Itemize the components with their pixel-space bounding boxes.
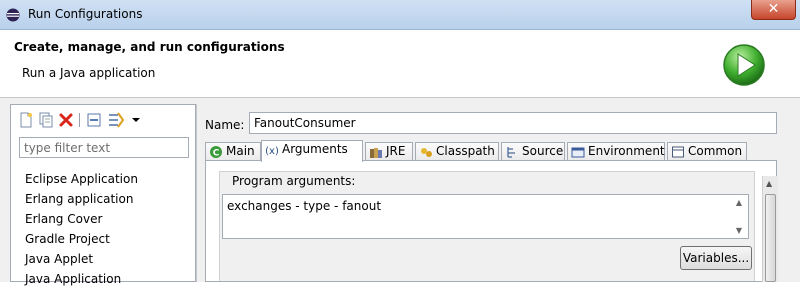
window-title: Run Configurations	[28, 7, 143, 21]
configuration-tree-panel: Eclipse Application Erlang application E…	[10, 104, 196, 286]
svg-text:(x): (x)	[265, 146, 279, 157]
title-bar: Run Configurations ✕	[0, 0, 800, 30]
scrollbar-thumb[interactable]	[765, 194, 776, 282]
tab-label: Source	[522, 144, 564, 158]
tab-arguments[interactable]: (x) Arguments	[261, 140, 363, 162]
scroll-up-icon[interactable]: ▲	[733, 198, 745, 208]
close-button[interactable]: ✕	[751, 0, 796, 20]
tab-label: Classpath	[436, 144, 495, 158]
filter-input[interactable]	[19, 137, 189, 158]
run-icon	[723, 44, 765, 86]
list-item[interactable]: Erlang Cover	[25, 209, 138, 229]
tab-label: Arguments	[282, 142, 348, 156]
program-arguments-input[interactable]: exchanges - type - fanout	[222, 194, 749, 239]
main-class-icon: C	[210, 146, 222, 159]
configuration-editor: Name: C Main (x) Arguments	[196, 104, 796, 282]
config-tabs: C Main (x) Arguments JRE Classpath Sourc…	[205, 140, 777, 162]
view-menu-icon[interactable]	[127, 111, 145, 129]
source-icon	[507, 147, 515, 158]
tab-label: Common	[688, 144, 743, 158]
tab-source[interactable]: Source	[501, 142, 565, 161]
list-item[interactable]: Gradle Project	[25, 229, 138, 249]
delete-icon[interactable]	[57, 111, 75, 129]
list-item[interactable]: Java Application	[25, 269, 138, 289]
tab-common[interactable]: Common	[667, 142, 747, 161]
header-subtitle: Run a Java application	[22, 66, 156, 80]
environment-icon	[571, 147, 585, 158]
duplicate-icon[interactable]	[37, 111, 55, 129]
collapse-all-icon[interactable]	[85, 111, 103, 129]
program-arguments-group: Program arguments: exchanges - type - fa…	[219, 171, 755, 281]
tab-label: Environment	[588, 144, 665, 158]
tab-label: JRE	[386, 144, 406, 158]
tab-label: Main	[226, 144, 255, 158]
common-icon	[672, 146, 684, 158]
tab-main[interactable]: C Main	[205, 142, 261, 161]
filter-icon[interactable]	[107, 111, 125, 129]
toolbar-separator	[79, 113, 80, 127]
tab-environment[interactable]: Environment	[567, 142, 665, 161]
new-configuration-icon[interactable]	[17, 111, 35, 129]
tab-classpath[interactable]: Classpath	[415, 142, 499, 161]
configuration-toolbar	[17, 111, 187, 131]
arguments-tab-content: Program arguments: exchanges - type - fa…	[205, 160, 777, 282]
list-item[interactable]: Java Applet	[25, 249, 138, 269]
jre-library-icon	[370, 148, 382, 158]
tab-jre[interactable]: JRE	[365, 142, 413, 161]
header-title: Create, manage, and run configurations	[14, 40, 285, 54]
variables-button[interactable]: Variables...	[680, 246, 752, 270]
scroll-up-icon[interactable]: ▲	[766, 179, 772, 188]
eclipse-icon	[6, 8, 20, 22]
scroll-down-icon[interactable]: ▼	[733, 226, 745, 236]
arguments-icon: (x)	[265, 146, 279, 157]
name-input[interactable]	[249, 112, 777, 134]
list-item[interactable]: Eclipse Application	[25, 169, 138, 189]
configuration-type-list: Eclipse Application Erlang application E…	[25, 169, 138, 289]
program-arguments-label: Program arguments:	[232, 174, 356, 188]
classpath-icon	[421, 148, 432, 157]
svg-text:C: C	[213, 149, 220, 159]
editor-scrollbar[interactable]: ▲	[762, 176, 778, 282]
name-label: Name:	[205, 118, 245, 132]
dialog-header: Create, manage, and run configurations R…	[0, 30, 800, 98]
dialog-body: Eclipse Application Erlang application E…	[0, 98, 800, 286]
list-item[interactable]: Erlang application	[25, 189, 138, 209]
